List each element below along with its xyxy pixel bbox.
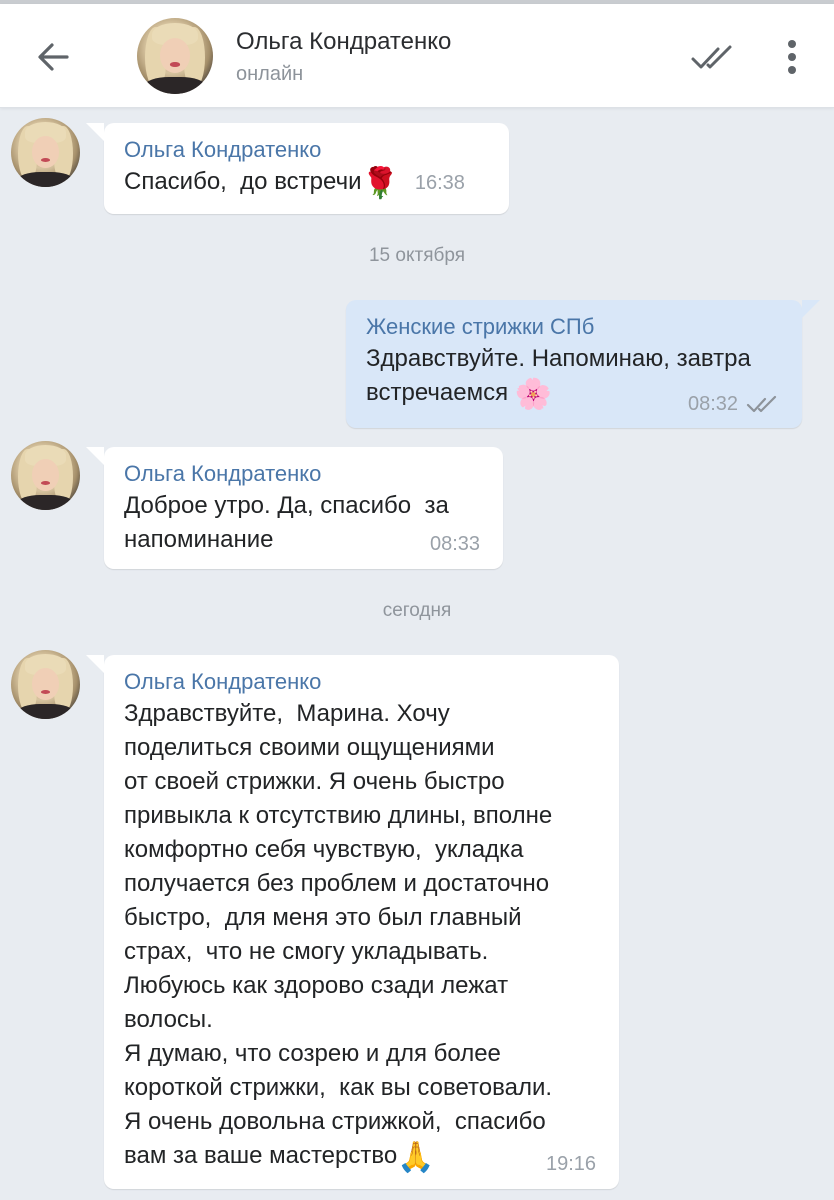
back-button[interactable] [30,34,76,80]
message-time: 16:38 [414,172,465,194]
message-sender[interactable]: Ольга Кондратенко [124,667,601,697]
sender-avatar[interactable] [11,441,80,510]
date-separator: 15 октября [368,245,466,266]
contact-avatar[interactable] [137,18,213,94]
double-check-icon [691,45,732,69]
message-sender[interactable]: Ольга Кондратенко [124,135,491,165]
date-separator: сегодня [382,600,452,621]
message-time: 08:32 [688,393,739,415]
message-time: 08:33 [430,533,481,555]
chat-header: Ольга Кондратенко онлайн [0,4,834,108]
double-check-icon [746,395,777,412]
contact-name[interactable]: Ольга Кондратенко [236,28,451,56]
more-vertical-icon [788,40,796,74]
arrow-left-icon [38,43,69,71]
message-bubble[interactable]: Ольга Кондратенко Доброе утро. Да, спаси… [86,447,503,569]
rose-emoji: 🌹 [361,167,399,200]
message-meta: 08:32 [688,393,778,416]
message-text: Здравствуйте, Марина. Хочу поделиться св… [124,700,553,1174]
folded-hands-emoji: 🙏 [397,1141,435,1174]
message-sender[interactable]: Женские стрижки СПб [366,312,784,342]
more-menu-button[interactable] [772,34,812,80]
sender-avatar[interactable] [11,118,80,187]
message-text: Спасибо, до встречи🌹 16:38 [124,167,465,200]
message-bubble[interactable]: Ольга Кондратенко Спасибо, до встречи🌹 16… [86,123,509,214]
sender-avatar[interactable] [11,650,80,719]
message-bubble-outgoing[interactable]: Женские стрижки СПб Здравствуйте. Напоми… [346,300,820,428]
message-sender[interactable]: Ольга Кондратенко [124,459,485,489]
mark-read-button[interactable] [688,38,736,78]
message-time: 19:16 [546,1153,597,1175]
message-bubble[interactable]: Ольга Кондратенко Здравствуйте, Марина. … [86,655,619,1189]
contact-status: онлайн [236,63,304,85]
blossom-emoji: 🌸 [514,378,553,411]
